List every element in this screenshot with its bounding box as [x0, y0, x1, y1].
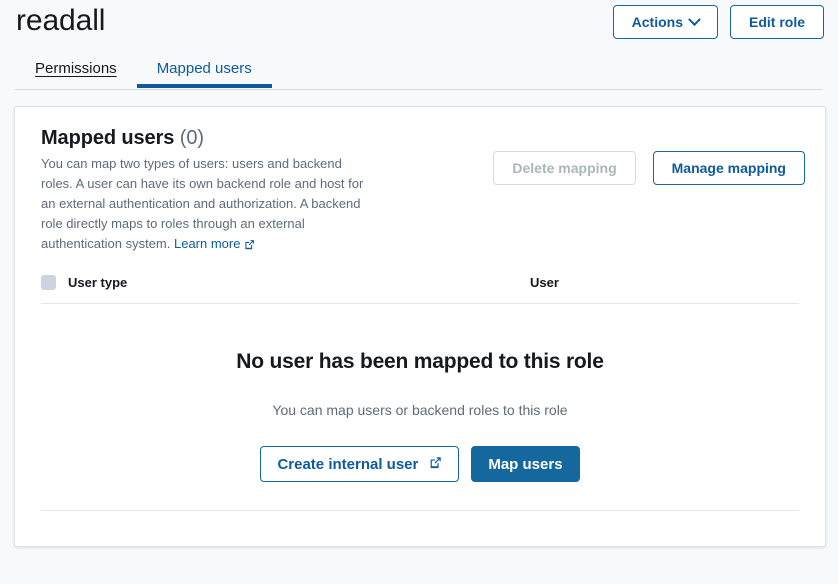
manage-mapping-label: Manage mapping [672, 161, 786, 175]
empty-state-subtitle: You can map users or backend roles to th… [15, 402, 825, 418]
empty-state-title: No user has been mapped to this role [15, 350, 825, 374]
page-title: readall [16, 1, 105, 41]
card-title-text: Mapped users [41, 127, 174, 149]
tab-bar-underline [15, 89, 823, 90]
map-users-label: Map users [488, 457, 562, 472]
mapped-users-card: Mapped users (0) You can map two types o… [14, 106, 826, 547]
actions-button[interactable]: Actions [613, 5, 718, 39]
learn-more-link[interactable]: Learn more [174, 236, 255, 251]
tab-permissions[interactable]: Permissions [15, 48, 137, 88]
card-description: You can map two types of users: users an… [41, 154, 371, 256]
card-footer-divider [41, 510, 799, 511]
map-users-button[interactable]: Map users [471, 446, 579, 482]
edit-role-button-label: Edit role [749, 15, 805, 29]
column-header-user[interactable]: User [530, 275, 559, 290]
select-all-cell[interactable] [41, 275, 68, 290]
card-header-actions: Delete mapping Manage mapping [493, 151, 805, 185]
learn-more-label: Learn more [174, 236, 240, 251]
column-header-user-type[interactable]: User type [68, 275, 530, 290]
card-header: Mapped users (0) You can map two types o… [15, 107, 825, 256]
tab-mapped-users-label: Mapped users [157, 60, 252, 77]
tab-permissions-label: Permissions [35, 60, 117, 77]
empty-state: No user has been mapped to this role You… [15, 304, 825, 482]
mapped-users-count: (0) [180, 127, 204, 149]
tab-mapped-users[interactable]: Mapped users [137, 48, 272, 88]
header-action-buttons: Actions Edit role [613, 5, 824, 39]
external-link-icon [244, 236, 255, 256]
delete-mapping-label: Delete mapping [512, 161, 616, 175]
create-internal-user-label: Create internal user [277, 457, 418, 472]
tab-bar: Permissions Mapped users [15, 48, 823, 90]
delete-mapping-button[interactable]: Delete mapping [493, 151, 635, 185]
card-title: Mapped users (0) [41, 127, 371, 150]
edit-role-button[interactable]: Edit role [730, 5, 824, 39]
chevron-down-icon [688, 13, 701, 26]
create-internal-user-button[interactable]: Create internal user [260, 446, 459, 482]
page-header: readall Actions Edit role [0, 0, 838, 48]
manage-mapping-button[interactable]: Manage mapping [653, 151, 805, 185]
actions-button-label: Actions [632, 15, 683, 29]
card-header-text: Mapped users (0) You can map two types o… [41, 127, 371, 256]
table-header-row: User type User [41, 274, 799, 304]
empty-state-actions: Create internal user Map users [15, 446, 825, 482]
external-link-icon [429, 456, 442, 472]
select-all-checkbox-icon[interactable] [41, 275, 56, 290]
